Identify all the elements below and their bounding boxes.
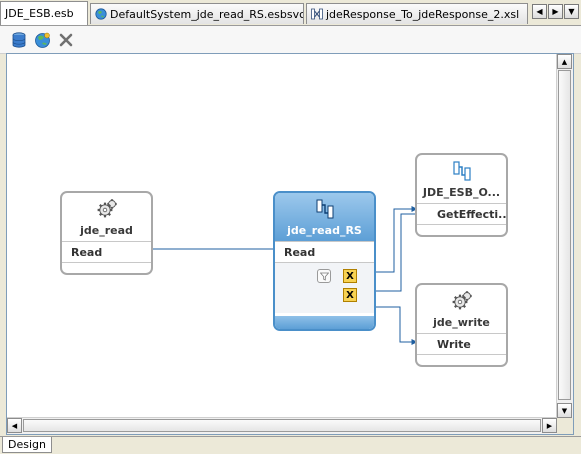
response-transformation-button[interactable]: X [343, 288, 357, 302]
jde-write-adapter-node[interactable]: jde_write Write [415, 283, 508, 367]
filter-funnel-icon [319, 272, 329, 281]
diagram-toolbar [0, 26, 581, 54]
node-header: jde_read_RS [275, 193, 374, 241]
routing-service-icon [452, 161, 471, 181]
request-transformation-button[interactable]: X [343, 269, 357, 283]
tab-jde-esb[interactable]: JDE_ESB.esb [0, 1, 88, 25]
node-title: jde_read [80, 224, 133, 237]
node-title: jde_read_RS [287, 224, 362, 237]
globe-icon [34, 32, 50, 48]
scroll-tabs-left-button[interactable]: ◀ [532, 4, 547, 19]
scroll-left-button[interactable]: ◀ [7, 418, 22, 433]
xsl-map-icon [311, 8, 323, 20]
scrollbar-corner [557, 418, 573, 434]
adapter-gear-icon [97, 199, 117, 218]
adapter-gear-icon [452, 291, 472, 310]
tab-label: DefaultSystem_jde_read_RS.esbsvc [110, 7, 304, 21]
tab-label: jdeResponse_To_jdeResponse_2.xsl [326, 7, 520, 21]
database-button[interactable] [10, 31, 28, 49]
node-header: JDE_ESB_O... [417, 155, 506, 203]
wire-rs-to-esb-o [371, 206, 418, 273]
wire-rs-to-write [371, 306, 418, 345]
horizontal-scroll-thumb[interactable] [23, 419, 541, 432]
vertical-scrollbar[interactable]: ▲ ▼ [556, 54, 573, 418]
operation-label: GetEffecti... [437, 207, 508, 221]
operation-label: Read [71, 245, 103, 259]
esb-diagram-canvas[interactable]: jde_read Read jde_read_RS Read X X JDE_E… [7, 54, 557, 418]
routing-rules-area: X X [275, 263, 374, 313]
operation-get-effective[interactable]: GetEffecti... [417, 203, 506, 225]
scroll-tabs-right-button[interactable]: ▶ [548, 4, 563, 19]
operation-label: Read [284, 245, 316, 259]
node-footer [275, 316, 374, 329]
tab-default-system-esbsvc[interactable]: DefaultSystem_jde_read_RS.esbsvc [90, 3, 304, 24]
operation-label: Write [437, 337, 471, 351]
node-title: JDE_ESB_O... [422, 186, 501, 199]
service-globe-button[interactable] [33, 31, 51, 49]
editor-view-tabs: Design [0, 436, 581, 454]
tab-design[interactable]: Design [2, 437, 52, 453]
delete-button[interactable] [57, 31, 75, 49]
jde-read-adapter-node[interactable]: jde_read Read [60, 191, 153, 275]
delete-icon [59, 33, 73, 47]
horizontal-scrollbar[interactable]: ◀ ▶ [7, 417, 557, 434]
vertical-scroll-thumb[interactable] [558, 70, 571, 400]
node-header: jde_read [62, 193, 151, 241]
diagram-canvas-frame: jde_read Read jde_read_RS Read X X JDE_E… [6, 53, 574, 435]
globe-icon [95, 8, 107, 20]
editor-tab-strip: JDE_ESB.esb DefaultSystem_jde_read_RS.es… [0, 0, 581, 26]
tab-xsl-map[interactable]: jdeResponse_To_jdeResponse_2.xsl [306, 3, 528, 24]
database-icon [12, 32, 26, 48]
operation-read[interactable]: Read [62, 241, 151, 263]
scroll-down-button[interactable]: ▼ [557, 403, 572, 418]
jde-esb-outbound-node[interactable]: JDE_ESB_O... GetEffecti... [415, 153, 508, 237]
tab-navigation: ◀ ▶ ▼ [532, 4, 579, 19]
filter-button[interactable] [317, 269, 331, 283]
node-title: jde_write [433, 316, 490, 329]
tab-list-menu-button[interactable]: ▼ [564, 4, 579, 19]
node-header: jde_write [417, 285, 506, 333]
operation-read[interactable]: Read [275, 241, 374, 263]
operation-write[interactable]: Write [417, 333, 506, 355]
tab-label: JDE_ESB.esb [5, 7, 74, 20]
tab-label: Design [8, 438, 46, 451]
jde-read-rs-routing-node[interactable]: jde_read_RS Read X X [273, 191, 376, 331]
scroll-right-button[interactable]: ▶ [542, 418, 557, 433]
scroll-up-button[interactable]: ▲ [557, 54, 572, 69]
routing-service-icon [316, 199, 333, 219]
